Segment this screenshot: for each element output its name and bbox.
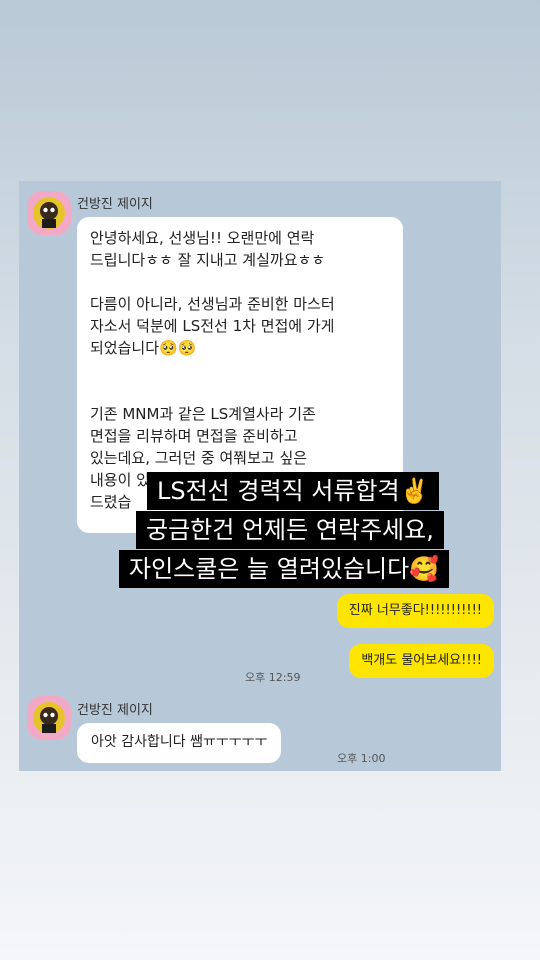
message-time: 오후 12:59 (245, 671, 301, 684)
message-paragraph: 안녕하세요, 선생님!! 오랜만에 연락 드립니다ㅎㅎ 잘 지내고 계실까요ㅎㅎ (90, 229, 326, 269)
profile-avatar[interactable] (27, 696, 71, 740)
overlay-caption-line: 자인스쿨은 늘 열려있습니다🥰 (119, 550, 450, 588)
reply-bubble[interactable]: 백개도 물어보세요!!!! (349, 644, 494, 678)
sender-name: 건방진 제이지 (77, 703, 153, 718)
cartoon-avatar-icon (33, 197, 65, 229)
message-bubble[interactable]: 아앗 감사합니다 쌤ㅠㅜㅜㅜㅜ (77, 723, 282, 763)
overlay-caption-line: 궁금한건 언제든 연락주세요, (136, 511, 444, 549)
message-time: 오후 1:00 (337, 752, 386, 765)
overlay-caption-line: LS전선 경력직 서류합격✌️ (147, 472, 440, 510)
reply-bubble[interactable]: 진짜 너무좋다!!!!!!!!!!! (336, 594, 494, 628)
sender-name: 건방진 제이지 (77, 197, 153, 212)
profile-avatar[interactable] (27, 191, 71, 235)
message-paragraph: 다름이 아니라, 선생님과 준비한 마스터 자소서 덕분에 LS전선 1차 면접… (90, 295, 335, 357)
cartoon-avatar-icon (33, 702, 65, 734)
